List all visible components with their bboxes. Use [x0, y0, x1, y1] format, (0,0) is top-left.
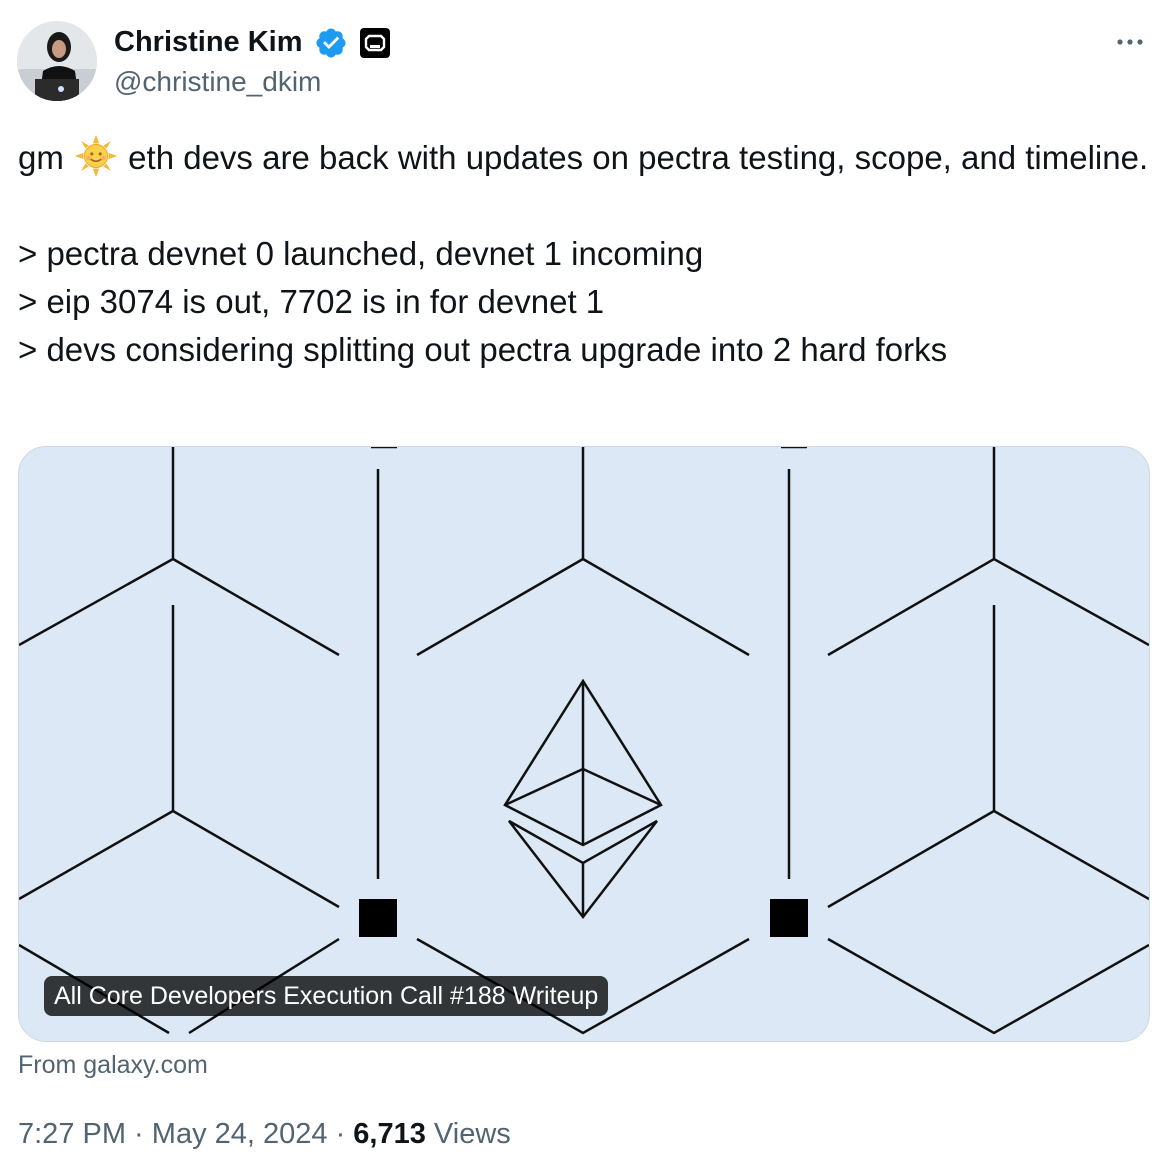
tweet-time[interactable]: 7:27 PM	[18, 1118, 126, 1150]
node-square-icon	[770, 899, 808, 937]
verified-badge-icon	[316, 28, 346, 58]
link-card[interactable]: All Core Developers Execution Call #188 …	[18, 446, 1150, 1042]
sun-with-face-emoji-icon	[75, 135, 118, 177]
tweet-text-body: eth devs are back with updates on pectra…	[18, 139, 1149, 368]
ethereum-logo-icon	[503, 678, 663, 920]
avatar-photo	[17, 21, 97, 101]
tweet-meta: 7:27 PM · May 24, 2024 · 6,713 Views	[18, 1115, 511, 1153]
card-image	[19, 447, 1149, 1035]
views-label: Views	[425, 1118, 511, 1150]
avatar[interactable]	[17, 21, 97, 101]
card-title: All Core Developers Execution Call #188 …	[44, 976, 609, 1016]
views-count: 6,713	[353, 1118, 426, 1150]
meta-separator: ·	[126, 1118, 152, 1150]
more-options-icon[interactable]	[1110, 28, 1150, 56]
author-name[interactable]: Christine Kim	[114, 24, 303, 60]
tweet-text: gm eth devs are back with updates on pec…	[18, 134, 1158, 374]
node-square-icon	[359, 899, 397, 937]
tweet-date[interactable]: May 24, 2024	[152, 1118, 328, 1150]
tweet-text-start: gm	[18, 139, 74, 176]
card-source[interactable]: From galaxy.com	[18, 1048, 208, 1082]
author-handle[interactable]: @christine_dkim	[114, 65, 321, 99]
affiliation-badge-icon[interactable]	[360, 28, 390, 58]
meta-separator: ·	[327, 1118, 354, 1150]
